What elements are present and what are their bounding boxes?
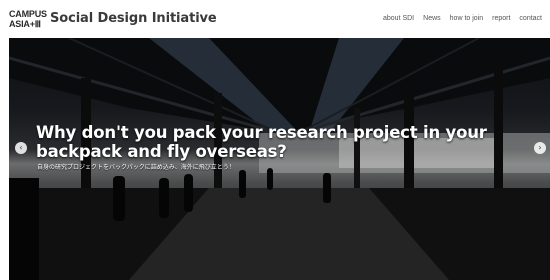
logo-line-1: CAMPUS — [9, 9, 47, 19]
site-header: CAMPUS ASIA+Ⅲ Social Design Initiative a… — [0, 0, 550, 38]
chevron-right-icon: › — [538, 143, 542, 152]
hero-headline: Why don't you pack your research project… — [36, 123, 506, 161]
logo-line-2: ASIA+Ⅲ — [9, 19, 41, 29]
nav-news[interactable]: News — [423, 15, 441, 29]
site-title[interactable]: Social Design Initiative — [50, 11, 217, 26]
slider-prev-button[interactable]: ‹ — [15, 142, 27, 154]
slider-next-button[interactable]: › — [534, 142, 546, 154]
nav-how-to-join[interactable]: how to join — [450, 15, 483, 29]
headline-line-2: backpack and fly overseas? — [36, 142, 287, 161]
nav-report[interactable]: report — [492, 15, 510, 29]
campus-asia-logo[interactable]: CAMPUS ASIA+Ⅲ — [9, 9, 49, 31]
main-nav: about SDI News how to join report contac… — [383, 15, 542, 29]
headline-line-1: Why don't you pack your research project… — [36, 123, 487, 142]
hero-subtext: 自身の研究プロジェクトをバックパックに詰め込み、海外に飛び立とう！ — [37, 164, 235, 171]
nav-contact[interactable]: contact — [519, 15, 542, 29]
nav-about-sdi[interactable]: about SDI — [383, 15, 414, 29]
hero-slider: Why don't you pack your research project… — [9, 38, 550, 280]
chevron-left-icon: ‹ — [19, 143, 23, 152]
